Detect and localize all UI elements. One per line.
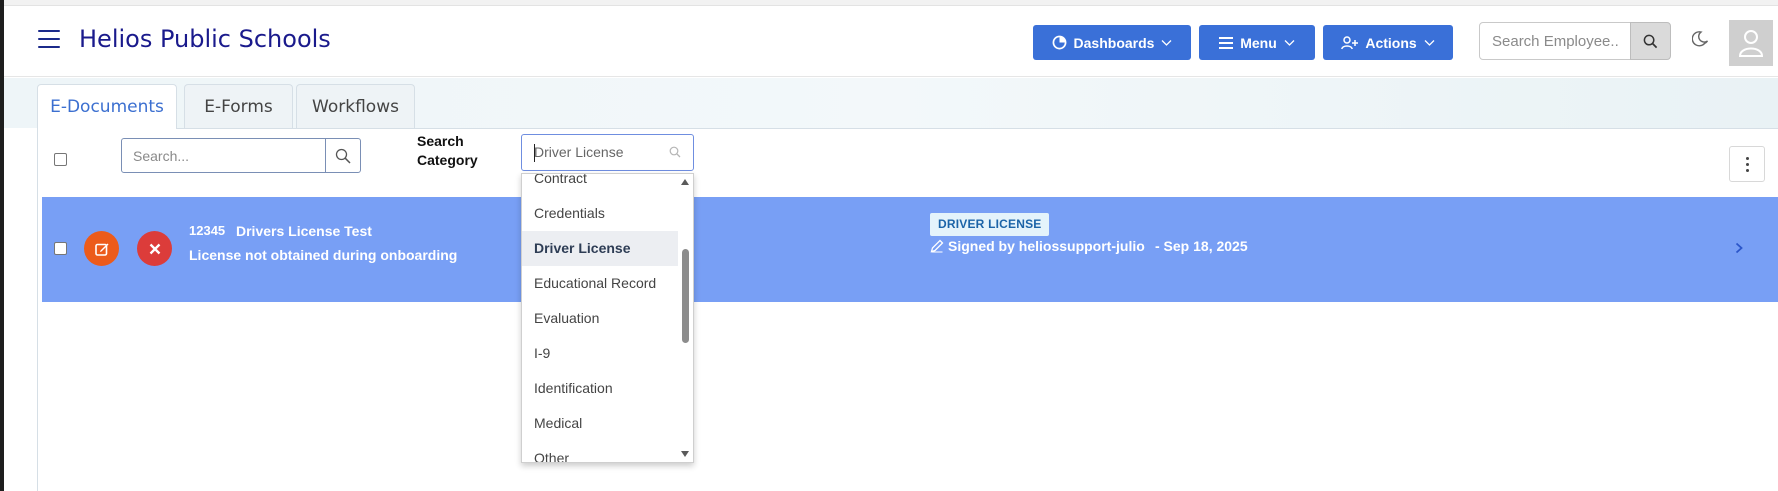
more-options-button[interactable] xyxy=(1729,146,1765,182)
category-option[interactable]: Evaluation xyxy=(522,301,680,336)
category-option[interactable]: Credentials xyxy=(522,196,680,231)
category-dropdown[interactable]: Contract Credentials Driver License Educ… xyxy=(521,173,694,463)
search-icon xyxy=(335,148,351,164)
tab-workflows[interactable]: Workflows xyxy=(296,84,415,128)
menu-label: Menu xyxy=(1240,34,1277,51)
search-category-label: Search Category xyxy=(417,133,478,168)
category-option[interactable]: Contract xyxy=(522,174,680,196)
chevron-down-icon xyxy=(1161,39,1172,46)
category-select[interactable]: Driver License xyxy=(521,134,694,171)
employee-search-input[interactable] xyxy=(1479,22,1631,60)
list-icon xyxy=(1219,36,1234,49)
document-id: 12345 xyxy=(189,223,226,238)
category-option-selected[interactable]: Driver License xyxy=(522,231,680,266)
dropdown-scrollbar[interactable] xyxy=(678,174,693,462)
menu-button[interactable]: Menu xyxy=(1199,25,1315,60)
signed-by-text: Signed by heliossupport-julio xyxy=(948,238,1145,254)
user-plus-icon xyxy=(1341,35,1359,49)
category-option[interactable]: Educational Record xyxy=(522,266,680,301)
header: Helios Public Schools Dashboards Menu Ac… xyxy=(4,7,1778,77)
category-option[interactable]: Medical xyxy=(522,406,680,441)
chevron-down-icon xyxy=(1424,39,1435,46)
category-badge: DRIVER LICENSE xyxy=(930,213,1050,236)
delete-button[interactable] xyxy=(137,231,172,266)
hamburger-icon[interactable] xyxy=(38,30,60,48)
dashboards-label: Dashboards xyxy=(1073,34,1155,51)
actions-label: Actions xyxy=(1365,34,1417,51)
app-window: Helios Public Schools Dashboards Menu Ac… xyxy=(4,0,1778,491)
select-all-checkbox[interactable] xyxy=(54,153,67,166)
search-icon xyxy=(669,146,681,158)
pencil-icon xyxy=(930,239,944,253)
text-caret xyxy=(534,144,535,162)
moon-icon[interactable] xyxy=(1692,30,1710,48)
category-option[interactable]: I-9 xyxy=(522,336,680,371)
tab-e-forms[interactable]: E-Forms xyxy=(184,84,293,128)
scrollbar-thumb[interactable] xyxy=(682,249,689,343)
chevron-right-icon[interactable] xyxy=(1735,242,1743,254)
document-search-button[interactable] xyxy=(325,138,361,173)
document-note: License not obtained during onboarding xyxy=(189,247,458,263)
documents-panel xyxy=(37,128,1778,491)
employee-search-button[interactable] xyxy=(1630,22,1671,60)
document-search-input[interactable] xyxy=(121,138,326,173)
category-option[interactable]: Other xyxy=(522,441,680,462)
scroll-up-arrow-icon[interactable] xyxy=(681,179,689,185)
signed-date: - Sep 18, 2025 xyxy=(1155,238,1248,254)
brand-title[interactable]: Helios Public Schools xyxy=(79,25,331,53)
dashboards-button[interactable]: Dashboards xyxy=(1033,25,1191,60)
category-options: Contract Credentials Driver License Educ… xyxy=(522,174,680,462)
actions-button[interactable]: Actions xyxy=(1323,25,1453,60)
category-select-value: Driver License xyxy=(534,144,624,160)
scroll-down-arrow-icon[interactable] xyxy=(681,451,689,457)
row-checkbox[interactable] xyxy=(54,242,67,255)
document-title: Drivers License Test xyxy=(236,223,372,239)
user-avatar[interactable] xyxy=(1729,20,1773,66)
search-icon xyxy=(1643,34,1658,48)
edit-button[interactable] xyxy=(84,231,119,266)
pie-chart-icon xyxy=(1052,35,1066,50)
edit-icon xyxy=(94,243,108,256)
close-icon xyxy=(149,243,160,254)
category-option[interactable]: Identification xyxy=(522,371,680,406)
tab-e-documents[interactable]: E-Documents xyxy=(37,84,177,129)
top-border xyxy=(4,0,1778,6)
chevron-down-icon xyxy=(1284,39,1295,46)
user-icon xyxy=(1739,30,1763,57)
